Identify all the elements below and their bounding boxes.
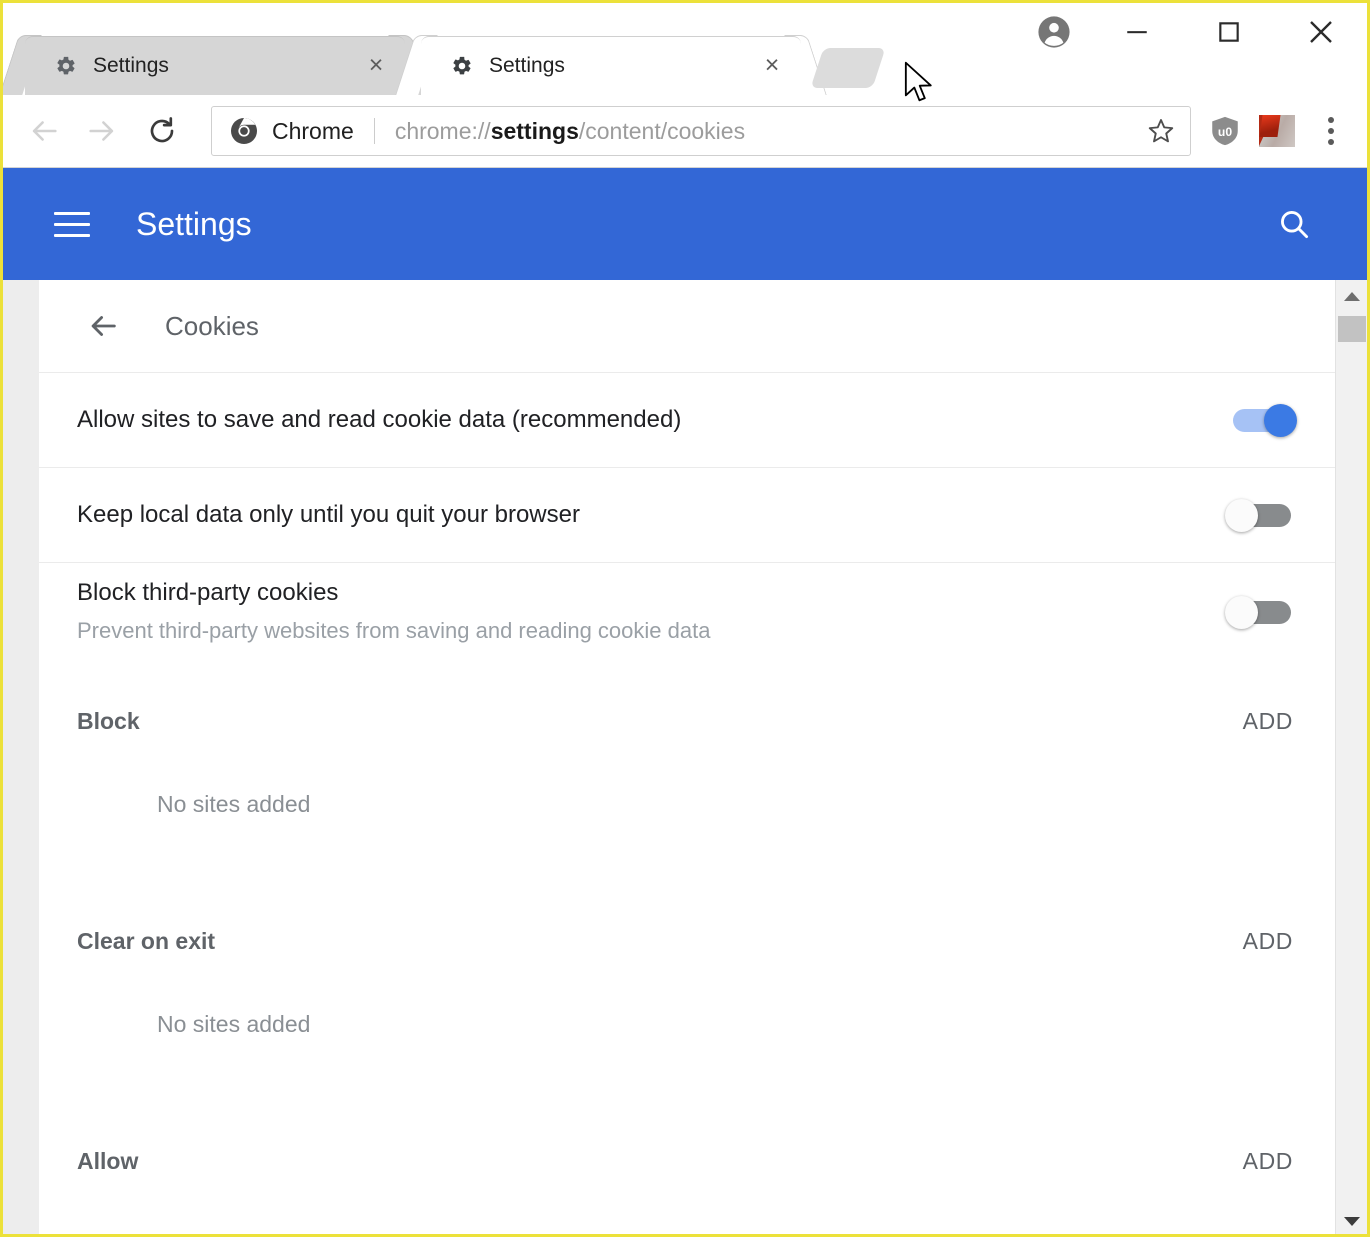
setting-description: Prevent third-party websites from saving… [77, 618, 711, 644]
site-identity-label: Chrome [272, 117, 354, 144]
account-avatar-icon[interactable] [1017, 3, 1091, 61]
settings-content-area: Cookies Allow sites to save and read coo… [3, 280, 1367, 1234]
toggle-allow-cookies[interactable] [1225, 404, 1297, 437]
setting-row-keep-local-data[interactable]: Keep local data only until you quit your… [39, 467, 1335, 562]
url-domain: settings [490, 117, 579, 144]
reload-button[interactable] [135, 104, 189, 158]
toggle-knob [1225, 499, 1258, 532]
close-button[interactable] [1275, 3, 1367, 61]
search-icon[interactable] [1267, 197, 1321, 251]
vertical-scrollbar[interactable] [1335, 280, 1367, 1234]
window-caption-buttons [1017, 3, 1367, 61]
omnibox-divider [373, 118, 375, 144]
forward-button[interactable] [75, 104, 129, 158]
browser-toolbar: Chrome chrome://settings/content/cookies… [3, 95, 1367, 168]
scroll-thumb[interactable] [1338, 316, 1366, 342]
url-path: /content/cookies [578, 117, 746, 144]
svg-text:u0: u0 [1218, 125, 1232, 139]
section-title: Allow [77, 1148, 139, 1175]
star-icon[interactable] [1134, 108, 1188, 154]
scroll-up-button[interactable] [1336, 280, 1367, 312]
add-button-block[interactable]: ADD [1239, 702, 1297, 741]
settings-app-title: Settings [136, 205, 252, 242]
back-button[interactable] [17, 104, 71, 158]
browser-window: Settings × Settings × Chrome chrome://se… [0, 0, 1370, 1237]
add-button-allow[interactable]: ADD [1239, 1142, 1297, 1181]
ublock-origin-icon[interactable]: u0 [1199, 105, 1251, 157]
setting-row-block-third-party[interactable]: Block third-party cookies Prevent third-… [39, 562, 1335, 660]
back-arrow-icon[interactable] [79, 302, 127, 350]
tab-close-button[interactable]: × [755, 49, 789, 83]
cookies-settings-card: Cookies Allow sites to save and read coo… [39, 280, 1335, 1234]
setting-label: Block third-party cookies [77, 579, 339, 606]
section-title: Block [77, 708, 140, 735]
toggle-block-third-party[interactable] [1225, 595, 1297, 629]
empty-state-clear-on-exit: No sites added [157, 1011, 311, 1038]
maximize-button[interactable] [1183, 3, 1275, 61]
toggle-knob [1225, 595, 1258, 629]
site-identity-chrome: Chrome [212, 116, 354, 146]
tab-title: Settings [489, 53, 565, 77]
gear-icon [453, 56, 471, 74]
hamburger-menu-icon[interactable] [54, 211, 90, 237]
address-bar[interactable]: Chrome chrome://settings/content/cookies [211, 106, 1191, 156]
page-header: Cookies [39, 280, 1335, 372]
section-block: Block ADD No sites added [39, 660, 1335, 818]
gear-icon [57, 56, 75, 74]
minimize-button[interactable] [1091, 3, 1183, 61]
section-allow: Allow ADD [39, 1100, 1335, 1181]
add-button-clear-on-exit[interactable]: ADD [1239, 922, 1297, 961]
setting-label: Keep local data only until you quit your… [77, 500, 580, 528]
tab-title: Settings [93, 53, 169, 77]
empty-state-block: No sites added [157, 791, 311, 818]
chrome-logo-icon [231, 118, 257, 144]
section-clear-on-exit: Clear on exit ADD No sites added [39, 880, 1335, 1038]
section-title: Clear on exit [77, 928, 216, 955]
toggle-knob [1264, 404, 1297, 437]
tab-settings-2[interactable]: Settings × [395, 35, 827, 95]
tab-settings-1[interactable]: Settings × [3, 35, 431, 95]
url-text[interactable]: chrome://settings/content/cookies [395, 118, 1134, 145]
three-dot-menu-icon[interactable] [1303, 103, 1359, 159]
tab-close-button[interactable]: × [359, 49, 393, 83]
settings-app-bar: Settings [3, 168, 1367, 280]
page-title: Cookies [165, 310, 259, 341]
url-prefix: chrome:// [394, 117, 491, 144]
setting-label: Allow sites to save and read cookie data… [77, 405, 682, 433]
image-extension-icon[interactable] [1251, 105, 1303, 157]
toggle-keep-local-data[interactable] [1225, 499, 1297, 532]
setting-row-allow-cookies[interactable]: Allow sites to save and read cookie data… [39, 372, 1335, 467]
new-tab-button[interactable] [810, 48, 886, 88]
scroll-down-button[interactable] [1336, 1205, 1367, 1234]
